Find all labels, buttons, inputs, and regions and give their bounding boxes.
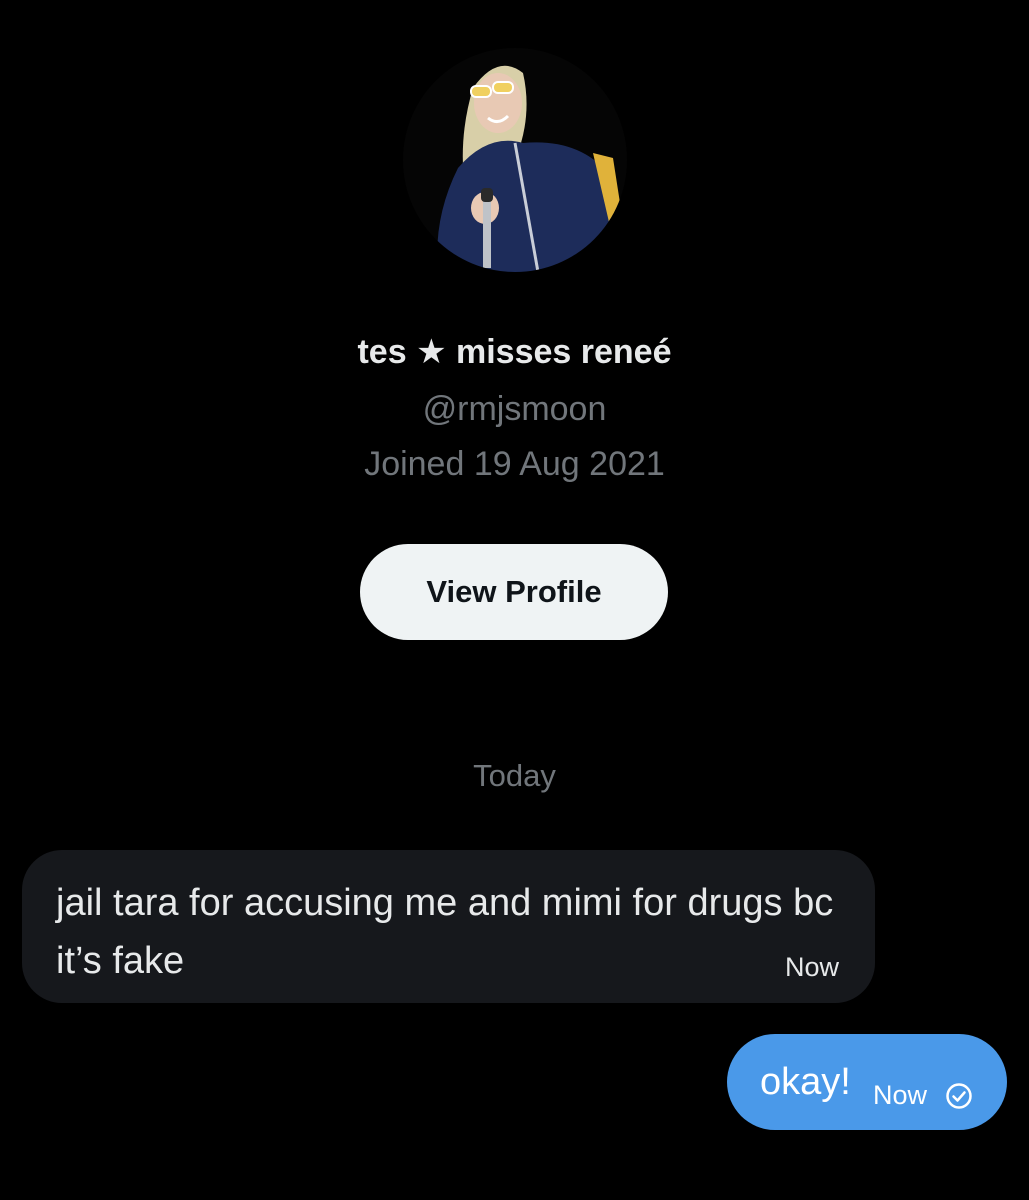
avatar-photo (403, 48, 627, 272)
date-divider: Today (473, 758, 556, 793)
sent-check-icon (945, 1082, 973, 1110)
message-text: jail tara for accusing me and mimi for d… (56, 882, 834, 982)
avatar[interactable] (403, 48, 627, 272)
message-timestamp: Now (784, 952, 839, 982)
message-timestamp: Now (873, 1080, 928, 1110)
message-text: okay! (760, 1061, 851, 1103)
incoming-message-bubble[interactable]: jail tara for accusing me and mimi for d… (22, 850, 875, 1003)
profile-header: tes ★ misses reneé @rmjsmoon Joined 19 A… (0, 0, 1029, 660)
view-profile-button[interactable]: View Profile (360, 544, 668, 640)
outgoing-message-bubble[interactable]: okay! Now (727, 1034, 1007, 1130)
display-name: tes ★ misses reneé (357, 333, 672, 371)
joined-date: Joined 19 Aug 2021 (364, 445, 665, 483)
user-handle[interactable]: @rmjsmoon (0, 387, 1029, 431)
